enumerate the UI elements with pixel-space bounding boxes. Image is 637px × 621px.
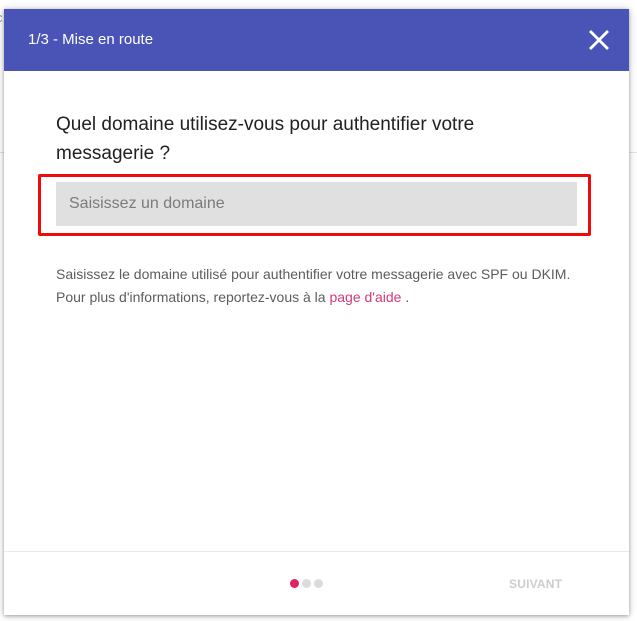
- dialog-header: 1/3 - Mise en route: [4, 9, 629, 71]
- step-dot: [290, 579, 299, 588]
- help-text-end: .: [401, 289, 410, 305]
- close-button[interactable]: [587, 28, 611, 52]
- step-dot: [302, 579, 311, 588]
- setup-dialog: 1/3 - Mise en route Quel domaine utilise…: [4, 9, 629, 615]
- help-text: Saisissez le domaine utilisé pour authen…: [56, 263, 576, 309]
- close-icon: [589, 30, 609, 50]
- dialog-title: 1/3 - Mise en route: [28, 31, 154, 48]
- domain-question: Quel domaine utilisez-vous pour authenti…: [56, 114, 475, 164]
- domain-input[interactable]: [56, 182, 577, 226]
- footer-divider: [4, 551, 629, 552]
- step-dot: [314, 579, 323, 588]
- background-edge-text: c: [0, 10, 3, 25]
- help-page-link[interactable]: page d'aide: [329, 289, 401, 305]
- help-text-body: Saisissez le domaine utilisé pour authen…: [56, 266, 571, 305]
- step-indicator: [290, 579, 323, 588]
- next-button[interactable]: SUIVANT: [509, 576, 589, 592]
